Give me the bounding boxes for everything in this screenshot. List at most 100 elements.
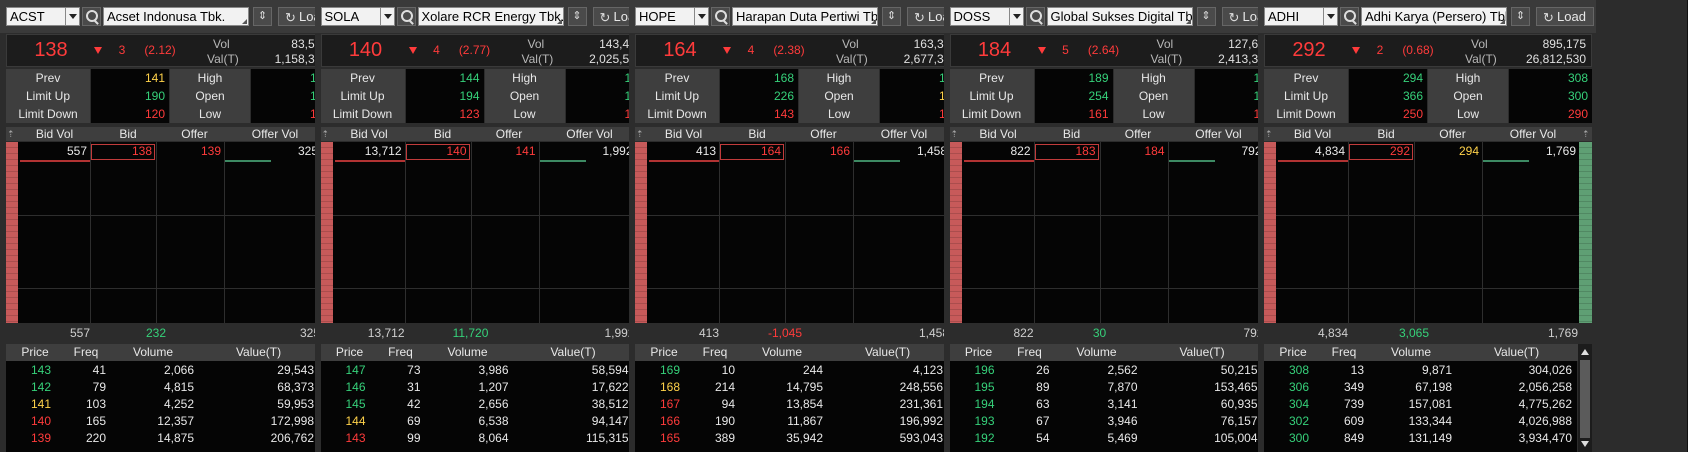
expand-collapse-icon[interactable]: ⇕ <box>1511 7 1530 26</box>
expand-collapse-icon[interactable]: ⇕ <box>253 7 272 26</box>
table-row[interactable]: 143 41 2,066 29,543 <box>6 362 319 379</box>
table-row[interactable]: 145 42 2,656 38,512 <box>321 396 634 413</box>
table-row[interactable]: 193 67 3,946 76,157 <box>950 413 1263 430</box>
stock-code-select[interactable]: ADHI <box>1264 7 1338 26</box>
search-icon[interactable] <box>711 7 730 26</box>
orderbook-offer-price[interactable]: 141 <box>473 144 535 160</box>
trade-col-valuet: Value(T) <box>1179 345 1225 359</box>
orderbook-bid-vol[interactable]: 4,834 <box>1278 144 1345 160</box>
table-row[interactable]: 196 26 2,562 50,215 <box>950 362 1263 379</box>
table-row[interactable]: 304 739 157,081 4,775,262 <box>1264 396 1577 413</box>
pin-icon[interactable]: ⇡ <box>1265 128 1274 140</box>
table-row[interactable]: 165 389 35,942 593,043 <box>635 430 948 447</box>
pin-icon[interactable]: ⇡ <box>951 128 960 140</box>
table-row[interactable]: 168 214 14,795 248,556 <box>635 379 948 396</box>
orderbook-offer-price[interactable]: 184 <box>1102 144 1164 160</box>
orderbook-offer-price[interactable]: 166 <box>787 144 850 160</box>
stock-code-select[interactable]: HOPE <box>635 7 709 26</box>
stock-name-field[interactable]: Xolare RCR Energy Tbk. <box>417 7 564 26</box>
stock-name-field[interactable]: Adhi Karya (Persero) Tbk <box>1361 7 1507 26</box>
orderbook-offer-vol[interactable]: 792 <box>1169 144 1261 160</box>
orderbook-totals: 557 232 325 <box>6 324 334 342</box>
expand-collapse-icon[interactable]: ⇕ <box>882 7 901 26</box>
pin-icon[interactable]: ⇡ <box>322 128 331 140</box>
search-icon[interactable] <box>1025 7 1045 26</box>
trade-col-valuet: Value(T) <box>1493 345 1540 359</box>
trade-value: 4,123 <box>912 363 943 377</box>
search-icon[interactable] <box>396 7 416 26</box>
expand-collapse-icon[interactable]: ⇕ <box>567 7 587 26</box>
orderbook-offer-vol[interactable]: 325 <box>225 144 318 160</box>
orderbook-offer-vol[interactable]: 1,992 <box>540 144 632 160</box>
table-row[interactable]: 166 190 11,867 196,992 <box>635 413 948 430</box>
pin-icon[interactable]: ⇡ <box>7 128 16 140</box>
table-row[interactable]: 147 73 3,986 58,594 <box>321 362 634 379</box>
table-row[interactable]: 141 103 4,252 59,953 <box>6 396 319 413</box>
chevron-down-icon[interactable] <box>1008 8 1023 25</box>
trade-price: 300 <box>1288 431 1309 445</box>
table-row[interactable]: 302 609 133,344 4,026,988 <box>1264 413 1577 430</box>
orderbook-bid-price[interactable]: 164 <box>721 144 781 160</box>
stock-name-field[interactable]: Global Sukses Digital Tbk <box>1046 7 1193 26</box>
chevron-down-icon[interactable] <box>694 8 708 25</box>
table-row[interactable]: 167 94 13,854 231,361 <box>635 396 948 413</box>
stat-value-prev: 189 <box>1034 69 1113 87</box>
trade-freq: 89 <box>1036 380 1050 394</box>
table-row[interactable]: 194 63 3,141 60,935 <box>950 396 1263 413</box>
table-row[interactable]: 195 89 7,870 153,465 <box>950 379 1263 396</box>
search-icon[interactable] <box>82 7 101 26</box>
chevron-down-icon[interactable] <box>65 8 79 25</box>
stock-code-select[interactable]: ACST <box>6 7 80 26</box>
orderbook-col-bid-vol: Bid Vol <box>979 127 1017 141</box>
orderbook-offer-vol[interactable]: 1,769 <box>1483 144 1576 160</box>
table-row[interactable]: 192 54 5,469 105,004 <box>950 430 1263 447</box>
orderbook-offer-price[interactable]: 139 <box>158 144 221 160</box>
offer-volume-bar <box>1168 160 1215 162</box>
orderbook-bid-vol[interactable]: 822 <box>964 144 1030 160</box>
search-icon[interactable] <box>1340 7 1359 26</box>
table-row[interactable]: 144 69 6,538 94,147 <box>321 413 634 430</box>
stock-name-value: Harapan Duta Pertiwi Tbk <box>736 9 878 24</box>
grid-line <box>18 288 321 289</box>
trade-scrollbar[interactable] <box>1578 344 1592 452</box>
orderbook-col-offer: Offer <box>810 127 837 141</box>
orderbook-bid-price[interactable]: 183 <box>1036 144 1095 160</box>
table-row[interactable]: 169 10 244 4,123 <box>635 362 948 379</box>
stat-value-low: 290 <box>1509 105 1592 123</box>
orderbook-bid-vol[interactable]: 413 <box>649 144 716 160</box>
orderbook-body: 4,834 292 294 1,769 <box>1264 142 1592 323</box>
chevron-down-icon[interactable] <box>379 8 394 25</box>
stock-name-field[interactable]: Harapan Duta Pertiwi Tbk <box>732 7 878 26</box>
stock-name-field[interactable]: Acset Indonusa Tbk. <box>103 7 249 26</box>
chevron-down-icon[interactable] <box>1323 8 1337 25</box>
orderbook-bid-price[interactable]: 140 <box>407 144 466 160</box>
expand-collapse-icon[interactable]: ⇕ <box>1196 7 1216 26</box>
orderbook-bid-vol[interactable]: 13,712 <box>335 144 402 160</box>
orderbook-bid-vol[interactable]: 557 <box>20 144 87 160</box>
orderbook-offer-vol[interactable]: 1,458 <box>854 144 947 160</box>
table-row[interactable]: 143 99 8,064 115,315 <box>321 430 634 447</box>
orderbook-bid-price[interactable]: 292 <box>1350 144 1410 160</box>
trade-price: 139 <box>30 431 51 445</box>
stock-code-select[interactable]: DOSS <box>949 7 1024 26</box>
trade-volume: 244 <box>802 363 823 377</box>
orderbook-body: 822 183 184 792 <box>949 142 1278 323</box>
trade-volume: 3,141 <box>1107 397 1138 411</box>
trade-value: 231,361 <box>899 397 943 411</box>
scroll-thumb[interactable] <box>1580 360 1590 438</box>
scroll-up-icon[interactable] <box>1581 349 1589 355</box>
table-row[interactable]: 140 165 12,357 172,998 <box>6 413 319 430</box>
scroll-down-icon[interactable] <box>1581 441 1589 447</box>
table-row[interactable]: 300 849 131,149 3,934,470 <box>1264 430 1577 447</box>
orderbook-bid-price[interactable]: 138 <box>92 144 152 160</box>
table-row[interactable]: 308 13 9,871 304,026 <box>1264 362 1577 379</box>
table-row[interactable]: 146 31 1,207 17,622 <box>321 379 634 396</box>
load-button[interactable]: ↻ Load <box>1536 7 1594 26</box>
orderbook-offer-price[interactable]: 294 <box>1416 144 1479 160</box>
stock-code-select[interactable]: SOLA <box>320 7 395 26</box>
pin-icon[interactable]: ⇡ <box>1582 128 1591 140</box>
pin-icon[interactable]: ⇡ <box>636 128 645 140</box>
table-row[interactable]: 142 79 4,815 68,373 <box>6 379 319 396</box>
table-row[interactable]: 139 220 14,875 206,762 <box>6 430 319 447</box>
table-row[interactable]: 306 349 67,198 2,056,258 <box>1264 379 1577 396</box>
